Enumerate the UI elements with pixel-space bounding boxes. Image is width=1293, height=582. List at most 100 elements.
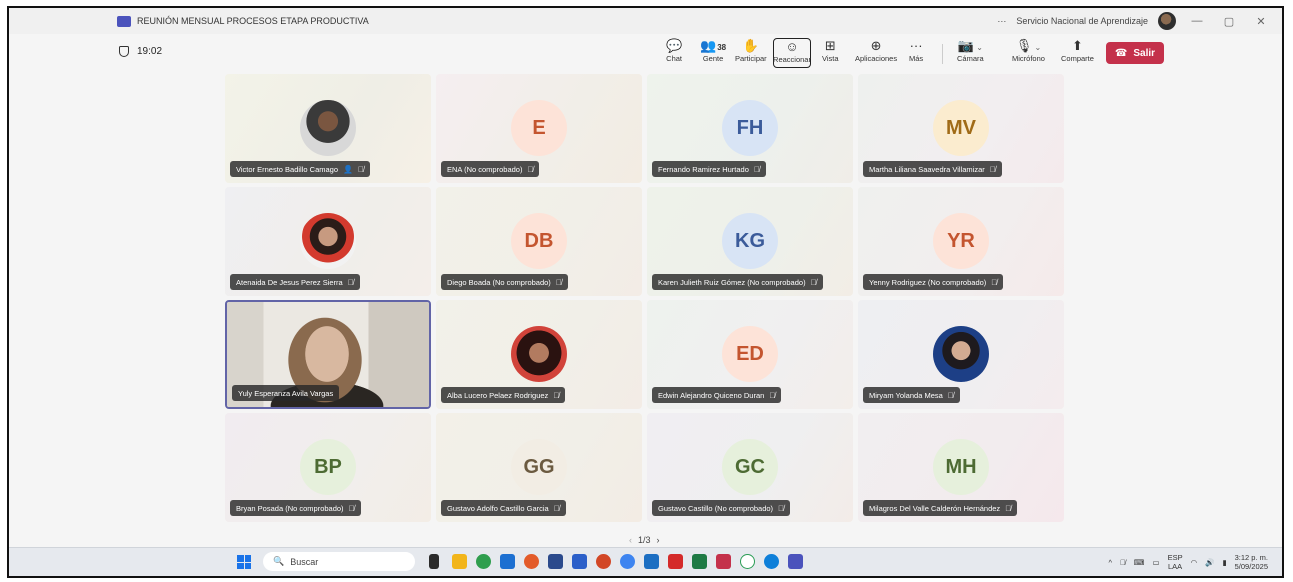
mic-off-icon: 🎙̸ <box>347 277 354 287</box>
people-count: 38 <box>717 43 727 52</box>
react-button[interactable]: ☺ Reaccionar <box>773 38 811 68</box>
participant-nametag: Milagros Del Valle Calderón Hernández 🎙̸ <box>863 500 1018 516</box>
participant-initials: GG <box>511 439 567 495</box>
participant-avatar <box>933 326 989 382</box>
participant-nametag: Victor Ernesto Badillo Camago 👤 🎙̸ <box>230 161 370 177</box>
screenshot-frame: REUNIÓN MENSUAL PROCESOS ETAPA PRODUCTIV… <box>7 6 1284 578</box>
gallery-pager: ‹ 1/3 › <box>629 535 660 545</box>
participant-tile[interactable]: KG Karen Julieth Ruiz Gómez (No comproba… <box>647 187 853 296</box>
chrome-profile-icon[interactable] <box>620 554 635 569</box>
share-button[interactable]: ⬆ Comparte <box>1061 38 1094 68</box>
hand-icon: ✋ <box>742 38 759 53</box>
powerpoint-icon[interactable] <box>596 554 611 569</box>
leave-button[interactable]: ☎ Salir <box>1106 42 1164 64</box>
pager-text: 1/3 <box>638 535 651 545</box>
participant-tile[interactable]: ED Edwin Alejandro Quiceno Duran 🎙̸ <box>647 300 853 409</box>
battery-icon[interactable]: ▮ <box>1222 558 1226 567</box>
mic-button[interactable]: 🎙 ⌄ Micrófono <box>1012 38 1045 68</box>
mic-off-icon: 🎙̸ <box>947 390 954 400</box>
participant-initials: DB <box>511 213 567 269</box>
participant-tile[interactable]: Alba Lucero Pelaez Rodriguez 🎙̸ <box>436 300 642 409</box>
participant-initials: GC <box>722 439 778 495</box>
participant-tile[interactable]: Atenaida De Jesus Perez Sierra 🎙̸ <box>225 187 431 296</box>
teams-logo-icon <box>117 15 131 27</box>
more-label: Más <box>909 54 924 63</box>
window-title: REUNIÓN MENSUAL PROCESOS ETAPA PRODUCTIV… <box>137 16 369 26</box>
windows-start-icon[interactable] <box>237 555 251 569</box>
participant-tile[interactable]: YR Yenny Rodriguez (No comprobado) 🎙̸ <box>858 187 1064 296</box>
chevron-up-icon[interactable]: ^ <box>1109 558 1113 567</box>
participant-tile[interactable]: MV Martha Liliana Saavedra Villamizar 🎙̸ <box>858 74 1064 183</box>
toolbar-divider <box>942 44 943 64</box>
teams-icon[interactable] <box>788 554 803 569</box>
apps-label: Aplicaciones <box>855 54 898 63</box>
taskbar-search[interactable]: 🔍 Buscar <box>263 552 415 571</box>
participant-avatar <box>300 100 356 156</box>
participant-nametag: Yenny Rodriguez (No comprobado) 🎙̸ <box>863 274 1004 290</box>
excel-icon[interactable] <box>692 554 707 569</box>
apps-button[interactable]: ⊕ Aplicaciones <box>855 38 897 68</box>
participant-nametag: Bryan Posada (No comprobado) 🎙̸ <box>230 500 361 516</box>
mic-off-icon: 🎙̸ <box>357 164 364 174</box>
participant-nametag: Fernando Ramirez Hurtado 🎙̸ <box>652 161 766 177</box>
participant-nametag: Yuly Esperanza Avila Vargas <box>232 385 340 401</box>
powerpoint-file-icon[interactable] <box>716 554 731 569</box>
acrobat-icon[interactable] <box>668 554 683 569</box>
plus-icon: ⊕ <box>870 38 882 53</box>
participant-nametag: Edwin Alejandro Quiceno Duran 🎙̸ <box>652 387 782 403</box>
participant-tile[interactable]: DB Diego Boada (No comprobado) 🎙̸ <box>436 187 642 296</box>
participant-tile[interactable]: MH Milagros Del Valle Calderón Hernández… <box>858 413 1064 522</box>
outlook-icon[interactable] <box>644 554 659 569</box>
participant-nametag: Karen Julieth Ruiz Gómez (No comprobado)… <box>652 274 823 290</box>
language-indicator[interactable]: ESP LAA <box>1168 553 1183 571</box>
whatsapp-icon[interactable] <box>740 554 755 569</box>
participant-video-tile[interactable]: Yuly Esperanza Avila Vargas <box>225 300 431 409</box>
people-button[interactable]: 👥38 Gente <box>700 38 726 68</box>
participant-tile[interactable]: GC Gustavo Castillo (No comprobado) 🎙̸ <box>647 413 853 522</box>
mic-muted-icon[interactable]: 🎙̸ <box>1120 558 1126 567</box>
camera-button[interactable]: 📷 ⌄ Cámara <box>957 38 984 68</box>
task-view-icon[interactable] <box>429 554 439 569</box>
keyboard-icon[interactable]: ⌨ <box>1134 558 1145 567</box>
wifi-icon[interactable]: ◠ <box>1191 558 1198 567</box>
minimize-icon[interactable]: — <box>1186 15 1208 27</box>
word-icon[interactable] <box>572 554 587 569</box>
participant-initials: MV <box>933 100 989 156</box>
notepad-icon[interactable] <box>548 554 563 569</box>
raise-hand-button[interactable]: ✋ Participar <box>735 38 767 68</box>
raise-hand-label: Participar <box>735 54 767 63</box>
camera-off-icon: 📷 ⌄ <box>957 38 983 53</box>
store-icon[interactable] <box>500 554 515 569</box>
titlebar-right: ··· Servicio Nacional de Aprendizaje — ▢… <box>997 8 1272 34</box>
restore-icon[interactable]: ▢ <box>1218 15 1240 28</box>
participant-tile[interactable]: FH Fernando Ramirez Hurtado 🎙̸ <box>647 74 853 183</box>
chrome-icon[interactable] <box>476 554 491 569</box>
volume-icon[interactable]: 🔊 <box>1205 558 1214 567</box>
participant-nametag: Gustavo Castillo (No comprobado) 🎙̸ <box>652 500 791 516</box>
pager-next-icon[interactable]: › <box>657 535 660 545</box>
close-icon[interactable]: ✕ <box>1250 15 1272 28</box>
mic-off-icon: 🎙̸ <box>555 277 562 287</box>
account-avatar[interactable] <box>1158 12 1176 30</box>
titlebar-more-button[interactable]: ··· <box>997 16 1006 26</box>
participant-tile[interactable]: Miryam Yolanda Mesa 🎙̸ <box>858 300 1064 409</box>
file-explorer-icon[interactable] <box>452 554 467 569</box>
display-icon[interactable]: ▭ <box>1152 558 1159 567</box>
mic-off-icon: 🎙̸ <box>810 277 817 287</box>
more-button[interactable]: ··· Más <box>909 38 923 68</box>
pager-prev-icon[interactable]: ‹ <box>629 535 632 545</box>
chat-button[interactable]: 💬 Chat <box>666 38 682 68</box>
participant-tile[interactable]: BP Bryan Posada (No comprobado) 🎙̸ <box>225 413 431 522</box>
participant-initials: KG <box>722 213 778 269</box>
view-button[interactable]: ⊞ Vista <box>822 38 839 68</box>
taskbar-clock[interactable]: 3:12 p. m. 5/09/2025 <box>1235 553 1268 571</box>
participant-initials: FH <box>722 100 778 156</box>
firefox-icon[interactable] <box>524 554 539 569</box>
edge-icon[interactable] <box>764 554 779 569</box>
participant-nametag: Miryam Yolanda Mesa 🎙̸ <box>863 387 960 403</box>
participant-tile[interactable]: GG Gustavo Adolfo Castillo Garcia 🎙̸ <box>436 413 642 522</box>
participant-grid: Victor Ernesto Badillo Camago 👤 🎙̸ E ENA… <box>9 72 1282 552</box>
participant-tile[interactable]: Victor Ernesto Badillo Camago 👤 🎙̸ <box>225 74 431 183</box>
camera-label: Cámara <box>957 54 984 63</box>
participant-tile[interactable]: E ENA (No comprobado) 🎙̸ <box>436 74 642 183</box>
